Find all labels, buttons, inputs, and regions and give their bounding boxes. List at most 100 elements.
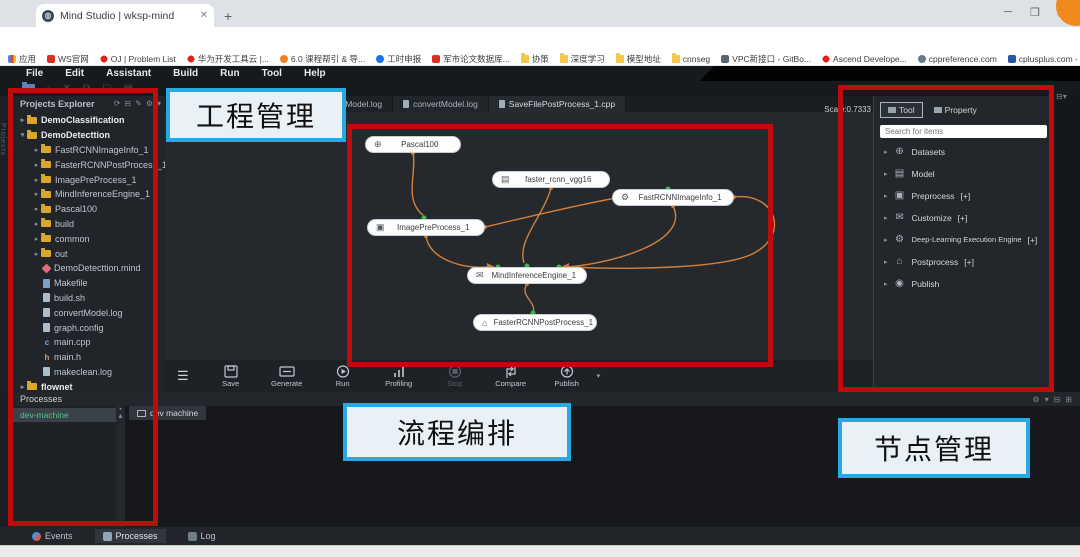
collapse-panel-icon[interactable]: ⊟ — [1054, 395, 1061, 404]
tree-item-file[interactable]: h main.h — [12, 350, 165, 365]
tree-item-file[interactable]: c main.cpp — [12, 335, 165, 350]
bookmark-item[interactable]: VPC新接口 - GitBo... — [721, 53, 811, 65]
expand-panel-icon[interactable]: ⊞ — [1065, 395, 1072, 404]
profiling-button[interactable]: Profiling — [371, 365, 427, 388]
close-tab-icon[interactable]: ✕ — [200, 10, 208, 21]
bookmark-folder[interactable]: 模型地址 — [615, 53, 661, 65]
bookmark-item[interactable]: cplusplus.com - T... — [1007, 54, 1080, 64]
bookmark-item[interactable]: OJ | Problem List — [99, 54, 176, 64]
tree-item-file[interactable]: DemoDetecttion.mind — [12, 261, 165, 276]
bookmark-folder[interactable]: cnnseg — [671, 53, 710, 64]
folder-icon — [41, 203, 51, 213]
bookmark-item[interactable]: WS官网 — [47, 53, 89, 65]
tree-item-file[interactable]: Makefile — [12, 276, 165, 291]
tree-item-folder[interactable]: ▸ out — [12, 246, 165, 261]
tree-item-folder[interactable]: ▸ MindInferenceEngine_1 — [12, 187, 165, 202]
close-icon[interactable]: ✕ — [63, 83, 71, 94]
edit-icon[interactable]: ✎ — [135, 99, 142, 108]
run-button[interactable]: Run — [315, 364, 371, 388]
apps-grid-icon — [8, 55, 16, 63]
flow-node-imageinfo[interactable]: ⚙ FastRCNNImageInfo_1 — [612, 189, 734, 206]
tree-item-folder[interactable]: ▸ build — [12, 217, 165, 232]
screenshot-bottom-edge — [0, 545, 1080, 557]
flow-node-postprocess[interactable]: ⌂ FasterRCNNPostProcess_1 — [473, 314, 597, 331]
tab-tool[interactable]: Tool — [880, 102, 923, 118]
bookmark-item[interactable]: 华为开发工具云 |... — [186, 53, 269, 65]
menu-help[interactable]: Help — [304, 68, 326, 79]
minimize-panel-icon[interactable]: ▾ — [1045, 395, 1049, 404]
bookmark-folder[interactable]: 协策 — [520, 53, 549, 65]
editor-tab[interactable]: rtModel.log — [330, 96, 394, 112]
menu-tool[interactable]: Tool — [262, 68, 282, 79]
flow-node-preprocess[interactable]: ▣ ImagePreProcess_1 — [367, 219, 485, 236]
palette-item-dl-engine[interactable]: ▸ ⚙ Deep-Learning Execution Engine [+] — [874, 230, 1052, 249]
delete-icon[interactable]: ▤ — [124, 83, 133, 94]
menu-run[interactable]: Run — [220, 68, 239, 79]
tree-item-folder[interactable]: ▸ ImagePreProcess_1 — [12, 172, 165, 187]
save-button[interactable]: Save — [203, 364, 259, 388]
tree-item-file[interactable]: convertModel.log — [12, 305, 165, 320]
collapse-all-icon[interactable]: ⊟ — [124, 99, 131, 108]
palette-item-publish[interactable]: ▸ ◉ Publish — [874, 274, 1052, 293]
menu-edit[interactable]: Edit — [65, 68, 84, 79]
palette-search-input[interactable] — [880, 125, 1047, 138]
tab-log[interactable]: Log — [180, 529, 224, 543]
gear-icon[interactable]: ⚙ — [1032, 395, 1039, 404]
terminal-scrollbar[interactable]: ▪ ▲ — [116, 406, 125, 527]
flow-node-inference-engine[interactable]: ✉ MindInferenceEngine_1 — [467, 267, 587, 284]
palette-item-preprocess[interactable]: ▸ ▣ Preprocess [+] — [874, 186, 1052, 205]
tree-item-folder[interactable]: ▸ FastRCNNImageInfo_1 — [12, 143, 165, 158]
chevron-down-icon[interactable]: ▾ — [597, 372, 601, 380]
tree-item-file[interactable]: build.sh — [12, 291, 165, 306]
window-restore-button[interactable]: ❐ — [1030, 6, 1040, 19]
tab-processes[interactable]: Processes — [94, 529, 166, 543]
refresh-icon[interactable]: ⟳ — [114, 99, 121, 108]
window-minimize-button[interactable]: ─ — [1004, 6, 1012, 18]
menu-file[interactable]: File — [26, 68, 43, 79]
window-icon[interactable]: ▢ — [102, 83, 111, 94]
open-project-icon[interactable] — [22, 82, 35, 93]
publish-button[interactable]: Publish — [539, 364, 595, 388]
terminal-tab-dev-machine[interactable]: dev machine — [129, 406, 207, 420]
gear-icon[interactable]: ⚙ — [146, 99, 153, 108]
tree-item-project[interactable]: ▸ DemoClassification — [12, 113, 165, 128]
bookmark-item[interactable]: 6.0 课程帮引 & 导... — [279, 53, 365, 65]
panel-menu-icon[interactable]: ⊟▾ — [1056, 92, 1067, 101]
browser-tab[interactable]: ◍ Mind Studio | wksp-mind ✕ — [36, 4, 214, 27]
flow-node-dataset[interactable]: ⊕ Pascal100 — [365, 136, 461, 153]
generate-button[interactable]: Generate — [259, 365, 315, 388]
tab-events[interactable]: Events — [24, 529, 81, 543]
zoom-scale-label: Scale:0.7333 — [824, 105, 871, 114]
compare-button[interactable]: Compare — [483, 364, 539, 388]
panel-minimize-icon[interactable]: ▾ — [157, 99, 161, 108]
tree-item-file[interactable]: makeclean.log — [12, 365, 165, 380]
stop-icon[interactable]: ▫ — [47, 83, 51, 94]
bookmark-item[interactable]: 工时申报 — [376, 53, 421, 65]
tree-item-file[interactable]: graph.config — [12, 320, 165, 335]
flow-node-model[interactable]: ▤ faster_rcnn_vgg16 — [492, 171, 610, 188]
hamburger-menu-icon[interactable]: ☰ — [177, 368, 189, 384]
palette-item-datasets[interactable]: ▸ ⊕ Datasets — [874, 142, 1052, 161]
menu-build[interactable]: Build — [173, 68, 198, 79]
tree-item-folder[interactable]: ▸ common — [12, 231, 165, 246]
projects-explorer-panel: Projects Explorer ⟳ ⊟ ✎ ⚙ ▾ ▸ DemoClassif… — [12, 96, 165, 392]
palette-item-model[interactable]: ▸ ▤ Model — [874, 164, 1052, 183]
palette-item-customize[interactable]: ▸ ✉ Customize [+] — [874, 208, 1052, 227]
copy-icon[interactable]: ⧉ — [83, 83, 90, 94]
tab-property[interactable]: Property — [927, 102, 984, 118]
bookmark-item[interactable]: 军市论文数据库... — [432, 53, 510, 65]
tree-item-folder[interactable]: ▸ FasterRCNNPostProcess_1 — [12, 157, 165, 172]
tree-item-project[interactable]: ▾ DemoDetecttion — [12, 128, 165, 143]
editor-tab[interactable]: convertModel.log — [393, 96, 489, 112]
tree-item-folder[interactable]: ▸ Pascal100 — [12, 202, 165, 217]
bookmark-item[interactable]: Ascend Develope... — [822, 54, 907, 64]
bookmark-item[interactable]: cppreference.com — [917, 54, 997, 64]
bookmark-folder[interactable]: 深度学习 — [559, 53, 605, 65]
process-item-dev-machine[interactable]: dev-machine — [12, 408, 116, 422]
editor-tab[interactable]: SaveFilePostProcess_1.cpp — [488, 96, 627, 112]
terminal-area[interactable]: dev machine — [125, 406, 1080, 527]
menu-assistant[interactable]: Assistant — [106, 68, 151, 79]
palette-item-postprocess[interactable]: ▸ ⌂ Postprocess [+] — [874, 252, 1052, 271]
bookmark-apps[interactable]: 应用 — [8, 53, 36, 65]
new-tab-button[interactable]: + — [224, 8, 232, 24]
